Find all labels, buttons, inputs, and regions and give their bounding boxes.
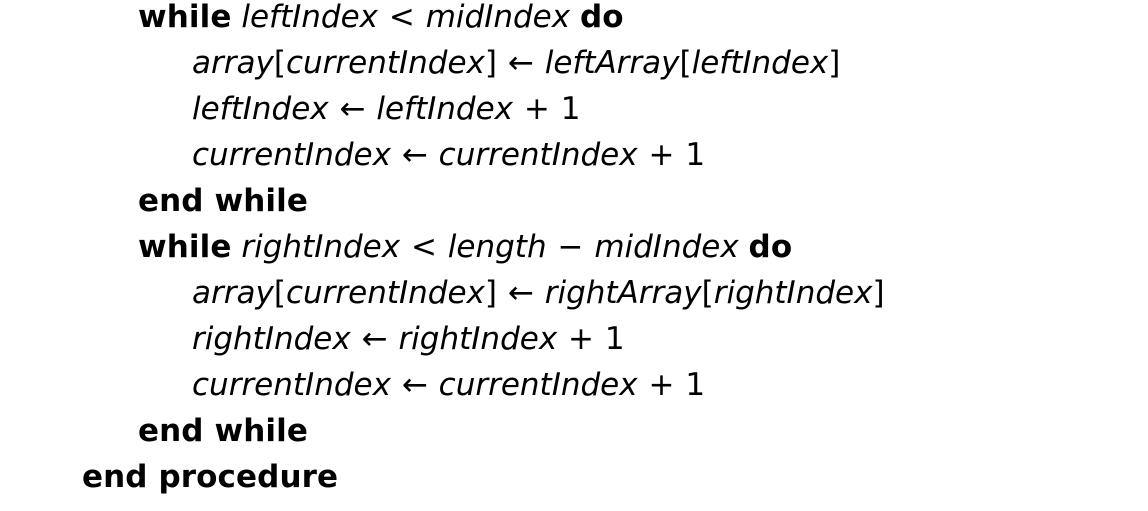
code-keyword: while: [138, 229, 232, 265]
code-operator: ←: [507, 45, 534, 81]
code-bracket: ]: [484, 275, 498, 311]
code-line: end while: [0, 178, 1148, 224]
code-bracket: ]: [484, 45, 498, 81]
code-identifier: midIndex: [594, 229, 739, 265]
code-keyword: end while: [138, 183, 308, 219]
code-operator: ←: [507, 275, 534, 311]
code-line: currentIndex ← currentIndex + 1: [0, 132, 1148, 178]
code-identifier: midIndex: [425, 0, 571, 35]
code-bracket: ]: [872, 275, 885, 311]
code-identifier: leftIndex: [192, 91, 329, 127]
code-bracket: [: [273, 275, 286, 311]
code-operator: +: [648, 367, 675, 403]
pseudocode-listing: while leftIndex < midIndex do array[curre…: [0, 0, 1148, 511]
code-identifier: array: [192, 275, 274, 311]
code-operator: +: [523, 91, 550, 127]
code-identifier: rightIndex: [713, 275, 873, 311]
code-line: end while: [0, 408, 1148, 454]
code-identifier: leftIndex: [376, 91, 513, 127]
code-number: 1: [604, 321, 625, 357]
code-keyword: end procedure: [82, 459, 339, 495]
code-identifier: currentIndex: [438, 137, 638, 173]
code-bracket: [: [701, 275, 714, 311]
code-operator: <: [410, 229, 437, 265]
code-line: array[currentIndex] ← rightArray[rightIn…: [0, 270, 1148, 316]
code-identifier: leftArray: [544, 45, 680, 81]
code-operator: ←: [401, 137, 428, 173]
code-identifier: rightIndex: [241, 229, 401, 265]
code-operator: ←: [361, 321, 388, 357]
code-line: currentIndex ← currentIndex + 1: [0, 362, 1148, 408]
code-identifier: currentIndex: [438, 367, 638, 403]
code-operator: +: [648, 137, 675, 173]
code-operator: −: [557, 229, 584, 265]
code-line: end procedure: [0, 454, 1148, 500]
code-identifier: currentIndex: [192, 367, 391, 403]
code-bracket: [: [679, 45, 692, 81]
code-line: array[currentIndex] ← leftArray[leftInde…: [0, 40, 1148, 86]
code-line: leftIndex ← leftIndex + 1: [0, 86, 1148, 132]
code-keyword: end while: [138, 413, 308, 449]
code-keyword: while: [138, 0, 232, 35]
code-identifier: array: [192, 45, 274, 81]
code-number: 1: [685, 367, 706, 403]
code-number: 1: [685, 137, 706, 173]
code-identifier: currentIndex: [285, 275, 485, 311]
code-identifier: leftIndex: [691, 45, 829, 81]
code-identifier: rightIndex: [398, 321, 558, 357]
code-identifier: currentIndex: [192, 137, 391, 173]
code-operator: ←: [339, 91, 366, 127]
code-bracket: ]: [828, 45, 841, 81]
code-identifier: rightArray: [544, 275, 702, 311]
code-identifier: leftIndex: [241, 0, 378, 35]
code-line: rightIndex ← rightIndex + 1: [0, 316, 1148, 362]
code-bracket: [: [273, 45, 286, 81]
code-line: while rightIndex < length − midIndex do: [0, 224, 1148, 270]
code-keyword: do: [579, 0, 624, 35]
code-identifier: currentIndex: [285, 45, 485, 81]
code-operator: +: [568, 321, 595, 357]
code-line: while leftIndex < midIndex do: [0, 0, 1148, 40]
code-operator: ←: [401, 367, 428, 403]
code-identifier: length: [447, 229, 547, 265]
code-keyword: do: [748, 229, 793, 265]
code-identifier: rightIndex: [192, 321, 351, 357]
code-operator: <: [388, 0, 415, 35]
code-number: 1: [560, 91, 581, 127]
